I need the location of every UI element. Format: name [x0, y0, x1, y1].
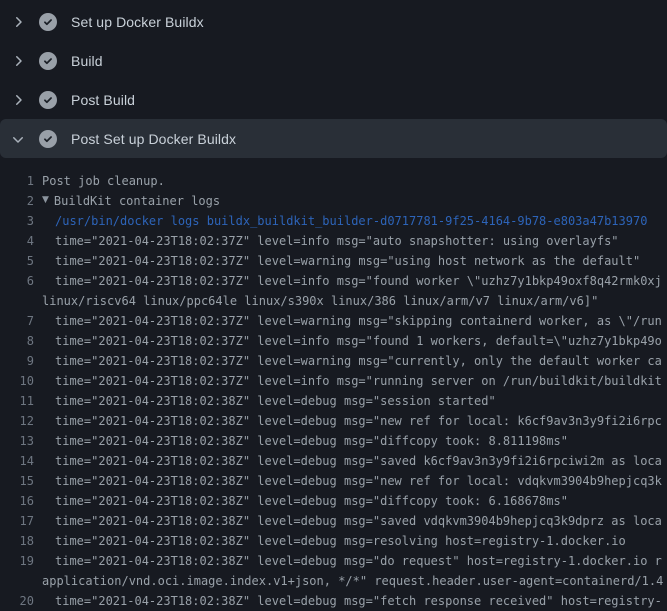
log-line-text: time="2021-04-23T18:02:38Z" level=debug … [42, 591, 667, 611]
step-label: Set up Docker Buildx [71, 14, 204, 30]
step-label: Post Build [71, 92, 135, 108]
log-line: 5 time="2021-04-23T18:02:37Z" level=warn… [0, 251, 667, 271]
step-row-post-build[interactable]: Post Build [0, 80, 667, 119]
log-line: 15 time="2021-04-23T18:02:38Z" level=deb… [0, 471, 667, 491]
log-line-text: time="2021-04-23T18:02:37Z" level=warnin… [42, 351, 667, 371]
log-line-text: time="2021-04-23T18:02:38Z" level=debug … [42, 511, 667, 531]
log-line: 14 time="2021-04-23T18:02:38Z" level=deb… [0, 451, 667, 471]
line-number[interactable]: 14 [0, 451, 42, 471]
log-line-text: time="2021-04-23T18:02:37Z" level=warnin… [42, 251, 667, 271]
line-number[interactable]: 18 [0, 531, 42, 551]
log-line-text: time="2021-04-23T18:02:37Z" level=info m… [42, 231, 667, 251]
log-line: 1 Post job cleanup. [0, 171, 667, 191]
log-line-text: time="2021-04-23T18:02:37Z" level=warnin… [42, 311, 667, 331]
log-line: 6 time="2021-04-23T18:02:37Z" level=info… [0, 271, 667, 291]
line-number[interactable]: 5 [0, 251, 42, 271]
log-line: 7 time="2021-04-23T18:02:37Z" level=warn… [0, 311, 667, 331]
step-row-set-up-docker-buildx[interactable]: Set up Docker Buildx [0, 2, 667, 41]
line-number[interactable]: 8 [0, 331, 42, 351]
log-line-text: time="2021-04-23T18:02:38Z" level=debug … [42, 551, 667, 571]
line-number[interactable]: 13 [0, 431, 42, 451]
check-circle-icon [39, 130, 57, 148]
line-number[interactable]: 11 [0, 391, 42, 411]
log-line-text[interactable]: BuildKit container logs [54, 191, 220, 211]
log-line-text: time="2021-04-23T18:02:37Z" level=info m… [42, 371, 667, 391]
log-line: 10 time="2021-04-23T18:02:37Z" level=inf… [0, 371, 667, 391]
chevron-right-icon[interactable] [10, 14, 26, 30]
line-number[interactable]: 19 [0, 551, 42, 571]
step-row-build[interactable]: Build [0, 41, 667, 80]
line-number [0, 291, 42, 311]
line-number[interactable]: 20 [0, 591, 42, 611]
line-number[interactable]: 3 [0, 211, 42, 231]
log-line-wrapped: application/vnd.oci.image.index.v1+json,… [0, 571, 667, 591]
log-viewer: 1 Post job cleanup. 2 ▼ BuildKit containe… [0, 158, 667, 611]
check-circle-icon [39, 91, 57, 109]
line-number[interactable]: 2 [0, 191, 42, 211]
line-number[interactable]: 17 [0, 511, 42, 531]
line-number[interactable]: 1 [0, 171, 42, 191]
log-line-text: time="2021-04-23T18:02:38Z" level=debug … [42, 471, 667, 491]
log-line: 20 time="2021-04-23T18:02:38Z" level=deb… [0, 591, 667, 611]
log-line: 19 time="2021-04-23T18:02:38Z" level=deb… [0, 551, 667, 571]
log-line-text: Post job cleanup. [42, 171, 667, 191]
log-line: 18 time="2021-04-23T18:02:38Z" level=deb… [0, 531, 667, 551]
log-line-text: time="2021-04-23T18:02:38Z" level=debug … [42, 391, 667, 411]
log-line: 8 time="2021-04-23T18:02:37Z" level=info… [0, 331, 667, 351]
log-line-text: application/vnd.oci.image.index.v1+json,… [42, 571, 667, 591]
chevron-down-icon[interactable] [10, 131, 26, 147]
check-circle-icon [39, 13, 57, 31]
log-line: 11 time="2021-04-23T18:02:38Z" level=deb… [0, 391, 667, 411]
step-label: Post Set up Docker Buildx [71, 131, 236, 147]
line-number[interactable]: 16 [0, 491, 42, 511]
log-line-text: time="2021-04-23T18:02:38Z" level=debug … [42, 491, 667, 511]
group-expand-triangle-icon[interactable]: ▼ [42, 191, 49, 210]
line-number[interactable]: 15 [0, 471, 42, 491]
line-number[interactable]: 9 [0, 351, 42, 371]
step-label: Build [71, 53, 103, 69]
log-line-text: time="2021-04-23T18:02:38Z" level=debug … [42, 411, 667, 431]
check-circle-icon [39, 52, 57, 70]
log-line-text: time="2021-04-23T18:02:38Z" level=debug … [42, 451, 667, 471]
log-line: 12 time="2021-04-23T18:02:38Z" level=deb… [0, 411, 667, 431]
log-line-text: /usr/bin/docker logs buildx_buildkit_bui… [42, 211, 667, 231]
log-line: 4 time="2021-04-23T18:02:37Z" level=info… [0, 231, 667, 251]
line-number[interactable]: 10 [0, 371, 42, 391]
log-line-text: time="2021-04-23T18:02:37Z" level=info m… [42, 331, 667, 351]
line-number[interactable]: 7 [0, 311, 42, 331]
log-line-text: time="2021-04-23T18:02:38Z" level=debug … [42, 531, 667, 551]
chevron-right-icon[interactable] [10, 53, 26, 69]
step-row-post-set-up-docker-buildx[interactable]: Post Set up Docker Buildx [0, 119, 667, 158]
line-number [0, 571, 42, 591]
log-line-wrapped: linux/riscv64 linux/ppc64le linux/s390x … [0, 291, 667, 311]
log-line: 2 ▼ BuildKit container logs [0, 191, 667, 211]
line-number[interactable]: 12 [0, 411, 42, 431]
chevron-right-icon[interactable] [10, 92, 26, 108]
log-line-text: time="2021-04-23T18:02:38Z" level=debug … [42, 431, 667, 451]
steps-list: Set up Docker Buildx Build P [0, 0, 667, 158]
log-line-text: time="2021-04-23T18:02:37Z" level=info m… [42, 271, 667, 291]
log-line: 16 time="2021-04-23T18:02:38Z" level=deb… [0, 491, 667, 511]
log-line-text: linux/riscv64 linux/ppc64le linux/s390x … [42, 291, 667, 311]
log-line: 9 time="2021-04-23T18:02:37Z" level=warn… [0, 351, 667, 371]
line-number[interactable]: 4 [0, 231, 42, 251]
log-line: 13 time="2021-04-23T18:02:38Z" level=deb… [0, 431, 667, 451]
log-line: 17 time="2021-04-23T18:02:38Z" level=deb… [0, 511, 667, 531]
line-number[interactable]: 6 [0, 271, 42, 291]
log-line: 3 /usr/bin/docker logs buildx_buildkit_b… [0, 211, 667, 231]
